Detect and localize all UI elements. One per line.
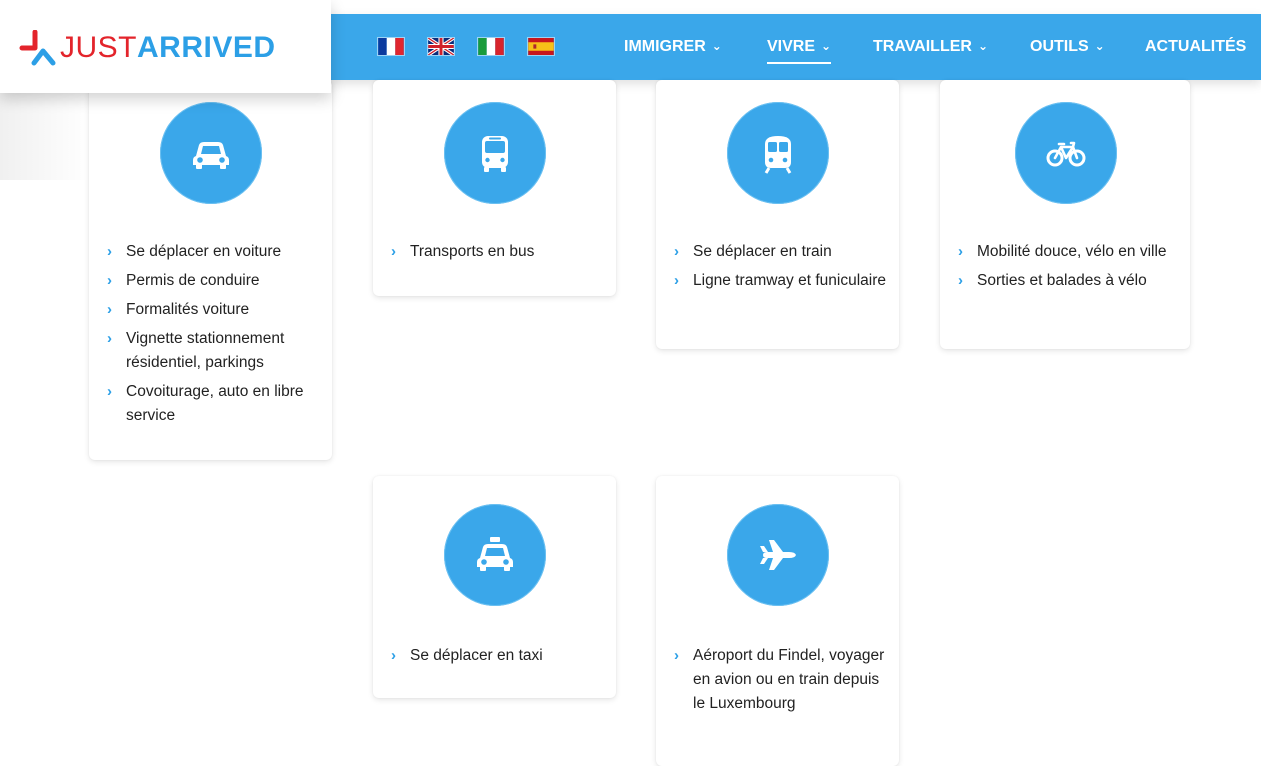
transport-card-car[interactable]: › Se déplacer en voiture › Permis de condu… bbox=[89, 80, 332, 460]
link-list-bicycle: › Mobilité douce, vélo en ville › Sorties … bbox=[958, 240, 1180, 298]
nav-label-immigrer: IMMIGRER bbox=[624, 38, 706, 55]
train-icon-circle bbox=[727, 102, 829, 204]
link-list-bus: › Transports en bus bbox=[391, 240, 606, 269]
main-nav: IMMIGRER ⌄ VIVRE ⌄ TRAVAILLER ⌄ OUTILS ⌄ ACT… bbox=[0, 36, 1261, 66]
list-item[interactable]: › Permis de conduire bbox=[107, 269, 322, 293]
taxi-icon-circle bbox=[444, 504, 546, 606]
list-item[interactable]: › Covoiturage, auto en libre service bbox=[107, 380, 322, 428]
nav-label-actualites: ACTUALITÉS bbox=[1145, 38, 1247, 55]
chevron-right-icon: › bbox=[391, 243, 396, 260]
list-item[interactable]: › Vignette stationnement résidentiel, par… bbox=[107, 327, 322, 375]
transport-card-train[interactable]: › Se déplacer en train › Ligne tramway et … bbox=[656, 80, 899, 349]
link-text[interactable]: Vignette stationnement résidentiel, park… bbox=[126, 330, 284, 371]
car-icon bbox=[193, 142, 229, 169]
chevron-right-icon: › bbox=[107, 301, 112, 318]
list-item[interactable]: › Se déplacer en taxi bbox=[391, 644, 606, 668]
airplane-icon-circle bbox=[727, 504, 829, 606]
link-list-taxi: › Se déplacer en taxi bbox=[391, 644, 606, 673]
nav-label-outils: OUTILS bbox=[1030, 38, 1089, 55]
chevron-right-icon: › bbox=[674, 243, 679, 260]
link-text[interactable]: Formalités voiture bbox=[126, 301, 249, 318]
link-text[interactable]: Sorties et balades à vélo bbox=[977, 272, 1147, 289]
logo-shadow bbox=[0, 80, 90, 180]
chevron-down-icon: ⌄ bbox=[821, 39, 832, 53]
bicycle-icon-circle bbox=[1015, 102, 1117, 204]
train-icon bbox=[764, 136, 792, 174]
airplane-icon bbox=[760, 540, 796, 570]
list-item[interactable]: › Aéroport du Findel, voyager en avion ou… bbox=[674, 644, 889, 716]
link-text[interactable]: Mobilité douce, vélo en ville bbox=[977, 243, 1167, 260]
chevron-right-icon: › bbox=[107, 243, 112, 260]
bicycle-icon bbox=[1046, 141, 1086, 167]
list-item[interactable]: › Sorties et balades à vélo bbox=[958, 269, 1180, 293]
chevron-right-icon: › bbox=[107, 272, 112, 289]
transport-card-taxi[interactable]: › Se déplacer en taxi bbox=[373, 476, 616, 698]
link-text[interactable]: Covoiturage, auto en libre service bbox=[126, 383, 304, 424]
link-text[interactable]: Permis de conduire bbox=[126, 272, 260, 289]
chevron-right-icon: › bbox=[391, 647, 396, 664]
car-icon-circle bbox=[160, 102, 262, 204]
taxi-icon bbox=[477, 537, 513, 571]
list-item[interactable]: › Se déplacer en voiture bbox=[107, 240, 322, 264]
nav-item-travailler[interactable]: TRAVAILLER ⌄ bbox=[873, 36, 988, 60]
link-list-train: › Se déplacer en train › Ligne tramway et … bbox=[674, 240, 889, 298]
link-list-car: › Se déplacer en voiture › Permis de condu… bbox=[107, 240, 322, 433]
bus-icon bbox=[482, 136, 508, 172]
nav-item-actualites[interactable]: ACTUALITÉS bbox=[1145, 36, 1246, 60]
link-text[interactable]: Ligne tramway et funiculaire bbox=[693, 272, 886, 289]
nav-item-outils[interactable]: OUTILS ⌄ bbox=[1030, 36, 1105, 60]
chevron-right-icon: › bbox=[958, 272, 963, 289]
link-text[interactable]: Se déplacer en taxi bbox=[410, 647, 543, 664]
nav-item-immigrer[interactable]: IMMIGRER ⌄ bbox=[624, 36, 722, 60]
nav-label-vivre: VIVRE bbox=[767, 38, 816, 55]
list-item[interactable]: › Transports en bus bbox=[391, 240, 606, 264]
chevron-right-icon: › bbox=[958, 243, 963, 260]
link-text[interactable]: Se déplacer en train bbox=[693, 243, 832, 260]
chevron-down-icon: ⌄ bbox=[1094, 39, 1105, 53]
bus-icon-circle bbox=[444, 102, 546, 204]
chevron-right-icon: › bbox=[674, 272, 679, 289]
chevron-down-icon: ⌄ bbox=[977, 39, 989, 53]
chevron-right-icon: › bbox=[107, 330, 112, 347]
nav-label-travailler: TRAVAILLER bbox=[873, 38, 972, 55]
chevron-right-icon: › bbox=[107, 383, 112, 400]
nav-item-vivre[interactable]: VIVRE ⌄ bbox=[767, 36, 832, 64]
chevron-down-icon: ⌄ bbox=[711, 39, 722, 53]
list-item[interactable]: › Formalités voiture bbox=[107, 298, 322, 322]
list-item[interactable]: › Se déplacer en train bbox=[674, 240, 889, 264]
link-list-airplane: › Aéroport du Findel, voyager en avion ou… bbox=[674, 644, 889, 721]
link-text[interactable]: Transports en bus bbox=[410, 243, 534, 260]
list-item[interactable]: › Mobilité douce, vélo en ville bbox=[958, 240, 1180, 264]
link-text[interactable]: Se déplacer en voiture bbox=[126, 243, 281, 260]
transport-card-bus[interactable]: › Transports en bus bbox=[373, 80, 616, 296]
transport-card-bicycle[interactable]: › Mobilité douce, vélo en ville › Sorties … bbox=[940, 80, 1190, 349]
link-text[interactable]: Aéroport du Findel, voyager en avion ou … bbox=[693, 647, 884, 712]
chevron-right-icon: › bbox=[674, 647, 679, 664]
transport-card-airplane[interactable]: › Aéroport du Findel, voyager en avion ou… bbox=[656, 476, 899, 766]
list-item[interactable]: › Ligne tramway et funiculaire bbox=[674, 269, 889, 293]
